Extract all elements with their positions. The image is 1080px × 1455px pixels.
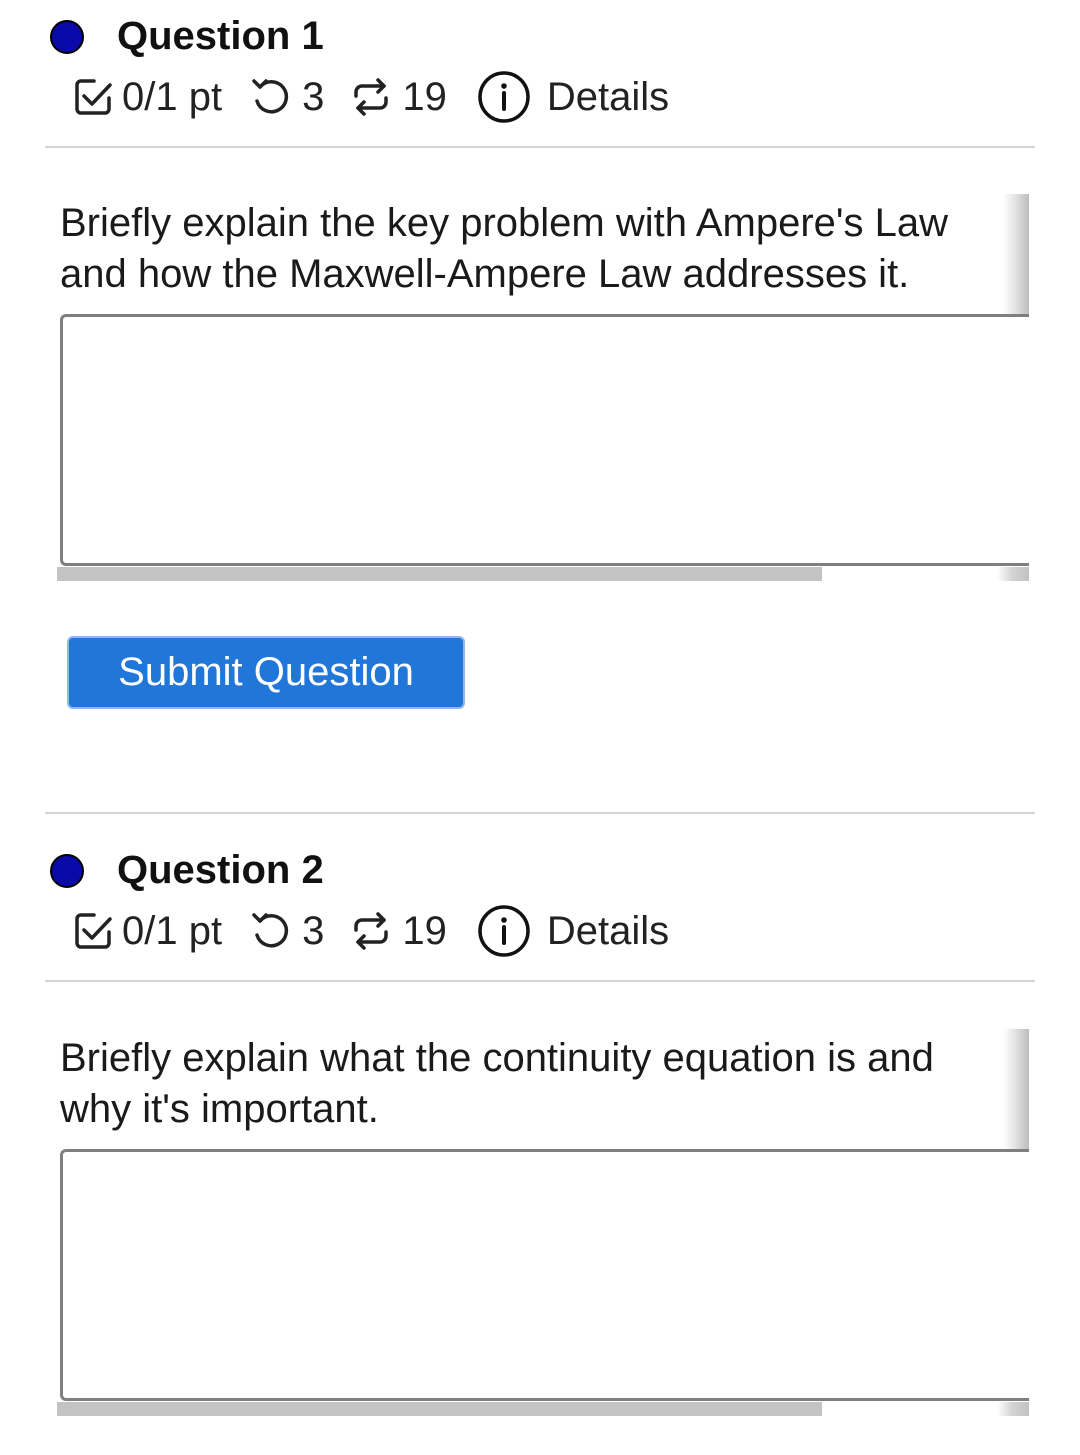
answer-textarea[interactable]: [60, 314, 1029, 566]
submissions-count: 19: [402, 74, 447, 119]
info-icon[interactable]: [477, 70, 531, 124]
prompt-line: Briefly explain what the continuity equa…: [60, 1036, 934, 1080]
retry-icon: [248, 74, 294, 120]
quiz-page: Question 1 0/1 pt 3 19 Details Briefly e…: [0, 0, 1080, 1455]
question-2-prompt: Briefly explain what the continuity equa…: [60, 1029, 1029, 1149]
question-2-meta: 0/1 pt 3 19 Details: [72, 901, 669, 961]
status-dot-icon: [50, 19, 84, 54]
horizontal-scrollbar[interactable]: [57, 567, 1029, 581]
divider: [45, 980, 1035, 982]
question-1-header: Question 1: [50, 14, 324, 59]
score-text: 0/1 pt: [122, 74, 223, 119]
divider: [45, 812, 1035, 814]
prompt-line: why it's important.: [60, 1087, 379, 1131]
question-2-header: Question 2: [50, 848, 324, 893]
scrollbar-thumb[interactable]: [57, 1402, 822, 1416]
repeat-icon: [348, 908, 394, 954]
checkbox-icon: [72, 910, 114, 952]
details-link[interactable]: Details: [547, 909, 669, 954]
retries-count: 3: [302, 74, 325, 119]
divider: [45, 146, 1035, 148]
submit-question-button[interactable]: Submit Question: [67, 636, 465, 709]
prompt-line: Briefly explain the key problem with Amp…: [60, 201, 949, 245]
info-icon[interactable]: [477, 904, 531, 958]
status-dot-icon: [50, 853, 84, 888]
submissions-count: 19: [402, 908, 447, 953]
question-title: Question 1: [117, 14, 324, 58]
question-1-meta: 0/1 pt 3 19 Details: [72, 67, 669, 127]
details-link[interactable]: Details: [547, 75, 669, 120]
scrollbar-thumb[interactable]: [57, 567, 822, 581]
prompt-line: and how the Maxwell-Ampere Law addresses…: [60, 252, 910, 296]
repeat-icon: [348, 74, 394, 120]
score-text: 0/1 pt: [122, 908, 223, 953]
answer-textarea[interactable]: [60, 1149, 1029, 1401]
checkbox-icon: [72, 76, 114, 118]
horizontal-scrollbar[interactable]: [57, 1402, 1029, 1416]
retries-count: 3: [302, 908, 325, 953]
retry-icon: [248, 908, 294, 954]
question-1-prompt: Briefly explain the key problem with Amp…: [60, 194, 1029, 314]
question-title: Question 2: [117, 848, 324, 892]
